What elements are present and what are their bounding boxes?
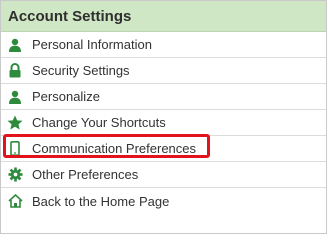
menu-item-other-preferences[interactable]: Other Preferences: [1, 162, 326, 188]
user-icon: [7, 37, 23, 53]
user-icon: [7, 89, 23, 105]
menu-item-label: Change Your Shortcuts: [32, 115, 166, 130]
menu-item-label: Other Preferences: [32, 167, 139, 182]
star-icon: [7, 115, 23, 131]
account-settings-panel: Account Settings Personal Information Se…: [0, 0, 327, 234]
menu-item-change-shortcuts[interactable]: Change Your Shortcuts: [1, 110, 326, 136]
menu-item-label: Personal Information: [32, 37, 152, 52]
panel-title: Account Settings: [8, 7, 132, 25]
menu-item-personalize[interactable]: Personalize: [1, 84, 326, 110]
menu-item-back-to-home[interactable]: Back to the Home Page: [1, 188, 326, 214]
menu-item-label: Back to the Home Page: [32, 193, 170, 209]
gear-icon: [7, 167, 23, 183]
menu-item-communication-preferences[interactable]: Communication Preferences: [1, 134, 326, 162]
lock-icon: [7, 63, 23, 79]
menu-item-personal-information[interactable]: Personal Information: [1, 32, 326, 58]
settings-menu: Personal Information Security Settings P…: [1, 32, 326, 214]
mobile-phone-icon: [7, 141, 23, 157]
menu-item-label: Communication Preferences: [32, 141, 197, 156]
panel-header: Account Settings: [1, 1, 326, 32]
menu-item-label: Security Settings: [32, 63, 130, 78]
home-icon: [7, 193, 23, 209]
menu-item-label: Personalize: [32, 89, 100, 104]
menu-item-security-settings[interactable]: Security Settings: [1, 58, 326, 84]
